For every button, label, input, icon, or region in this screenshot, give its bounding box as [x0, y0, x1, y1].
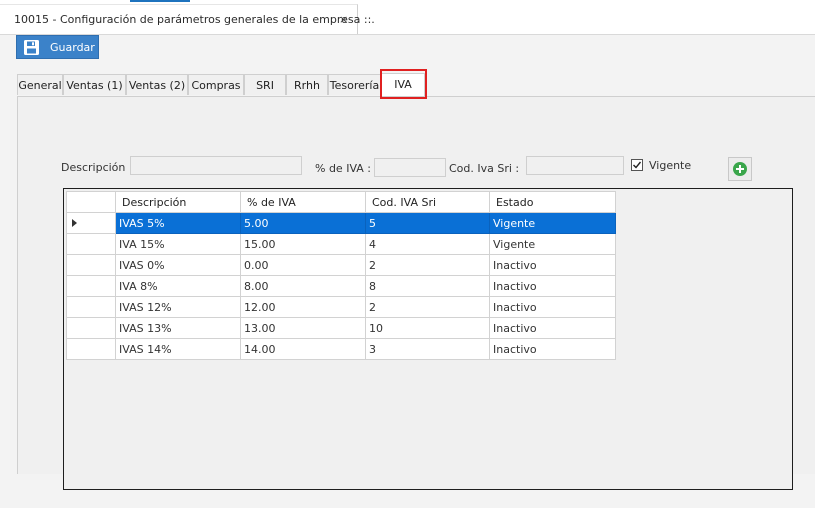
row-indicator[interactable]: [66, 317, 116, 339]
window-top-accent: [130, 0, 190, 2]
cell-descripcion[interactable]: IVA 15%: [115, 233, 241, 255]
cell-estado[interactable]: Inactivo: [489, 317, 616, 339]
table-row[interactable]: IVAS 14% 14.00 3 Inactivo: [66, 338, 616, 360]
header-descripcion[interactable]: Descripción: [115, 191, 241, 213]
cell-cod[interactable]: 10: [365, 317, 490, 339]
row-indicator[interactable]: [66, 212, 116, 234]
tab-sri[interactable]: SRI: [244, 74, 286, 95]
table-row[interactable]: IVAS 0% 0.00 2 Inactivo: [66, 254, 616, 276]
row-indicator[interactable]: [66, 296, 116, 318]
cell-descripcion[interactable]: IVAS 12%: [115, 296, 241, 318]
cell-estado[interactable]: Inactivo: [489, 296, 616, 318]
tab-tesoreria[interactable]: Tesorería: [328, 74, 381, 95]
cell-descripcion[interactable]: IVAS 0%: [115, 254, 241, 276]
document-tab[interactable]: 10015 - Configuración de parámetros gene…: [0, 4, 375, 35]
cell-cod[interactable]: 2: [365, 296, 490, 318]
tab-highlight-box: [380, 69, 427, 99]
vigente-label: Vigente: [649, 159, 692, 172]
tab-ventas-1[interactable]: Ventas (1): [63, 74, 126, 95]
row-indicator[interactable]: [66, 233, 116, 255]
cell-estado[interactable]: Inactivo: [489, 275, 616, 297]
cell-iva[interactable]: 5.00: [240, 212, 366, 234]
cell-cod[interactable]: 8: [365, 275, 490, 297]
cell-cod[interactable]: 3: [365, 338, 490, 360]
cell-cod[interactable]: 4: [365, 233, 490, 255]
cell-cod[interactable]: 2: [365, 254, 490, 276]
cod-iva-sri-input[interactable]: [526, 156, 624, 175]
iva-label: % de IVA :: [315, 162, 371, 175]
add-button[interactable]: [728, 157, 752, 181]
add-circle-icon: [733, 162, 747, 176]
check-icon: [633, 161, 642, 169]
header-estado[interactable]: Estado: [489, 191, 616, 213]
document-tab-title: 10015 - Configuración de parámetros gene…: [14, 13, 375, 26]
cell-estado[interactable]: Vigente: [489, 212, 616, 234]
iva-input[interactable]: [374, 158, 446, 177]
table-row[interactable]: IVA 15% 15.00 4 Vigente: [66, 233, 616, 255]
descripcion-label: Descripción :: [61, 161, 133, 174]
save-button-label: Guardar: [50, 41, 95, 54]
cell-iva[interactable]: 14.00: [240, 338, 366, 360]
tab-general[interactable]: General: [17, 74, 63, 95]
cod-iva-sri-label: Cod. Iva Sri :: [449, 162, 520, 175]
descripcion-input[interactable]: [130, 156, 302, 175]
table-row[interactable]: IVAS 5% 5.00 5 Vigente: [66, 212, 616, 234]
header-iva[interactable]: % de IVA: [240, 191, 366, 213]
cell-iva[interactable]: 13.00: [240, 317, 366, 339]
table-header-row: Descripción % de IVA Cod. IVA Sri Estado: [66, 191, 616, 213]
cell-iva[interactable]: 12.00: [240, 296, 366, 318]
header-cod-iva-sri[interactable]: Cod. IVA Sri: [365, 191, 490, 213]
table-row[interactable]: IVAS 13% 13.00 10 Inactivo: [66, 317, 616, 339]
table-row[interactable]: IVAS 12% 12.00 2 Inactivo: [66, 296, 616, 318]
vigente-checkbox[interactable]: [631, 159, 643, 171]
row-indicator[interactable]: [66, 338, 116, 360]
header-indicator: [66, 191, 116, 213]
cell-iva[interactable]: 15.00: [240, 233, 366, 255]
floppy-disk-icon: [24, 40, 39, 58]
iva-grid: Descripción % de IVA Cod. IVA Sri Estado…: [63, 188, 793, 490]
tab-ventas-2[interactable]: Ventas (2): [126, 74, 188, 95]
cell-descripcion[interactable]: IVAS 14%: [115, 338, 241, 360]
table-row[interactable]: IVA 8% 8.00 8 Inactivo: [66, 275, 616, 297]
close-icon[interactable]: ×: [339, 13, 348, 26]
iva-table: Descripción % de IVA Cod. IVA Sri Estado…: [66, 191, 616, 360]
cell-estado[interactable]: Inactivo: [489, 338, 616, 360]
cell-iva[interactable]: 0.00: [240, 254, 366, 276]
triangle-right-icon: [72, 219, 77, 227]
tab-compras[interactable]: Compras: [188, 74, 244, 95]
cell-estado[interactable]: Inactivo: [489, 254, 616, 276]
cell-descripcion[interactable]: IVAS 5%: [115, 212, 241, 234]
save-button[interactable]: Guardar: [16, 35, 99, 59]
cell-descripcion[interactable]: IVAS 13%: [115, 317, 241, 339]
row-indicator[interactable]: [66, 275, 116, 297]
row-indicator[interactable]: [66, 254, 116, 276]
cell-cod[interactable]: 5: [365, 212, 490, 234]
tab-rrhh[interactable]: Rrhh: [286, 74, 328, 95]
cell-iva[interactable]: 8.00: [240, 275, 366, 297]
cell-estado[interactable]: Vigente: [489, 233, 616, 255]
cell-descripcion[interactable]: IVA 8%: [115, 275, 241, 297]
